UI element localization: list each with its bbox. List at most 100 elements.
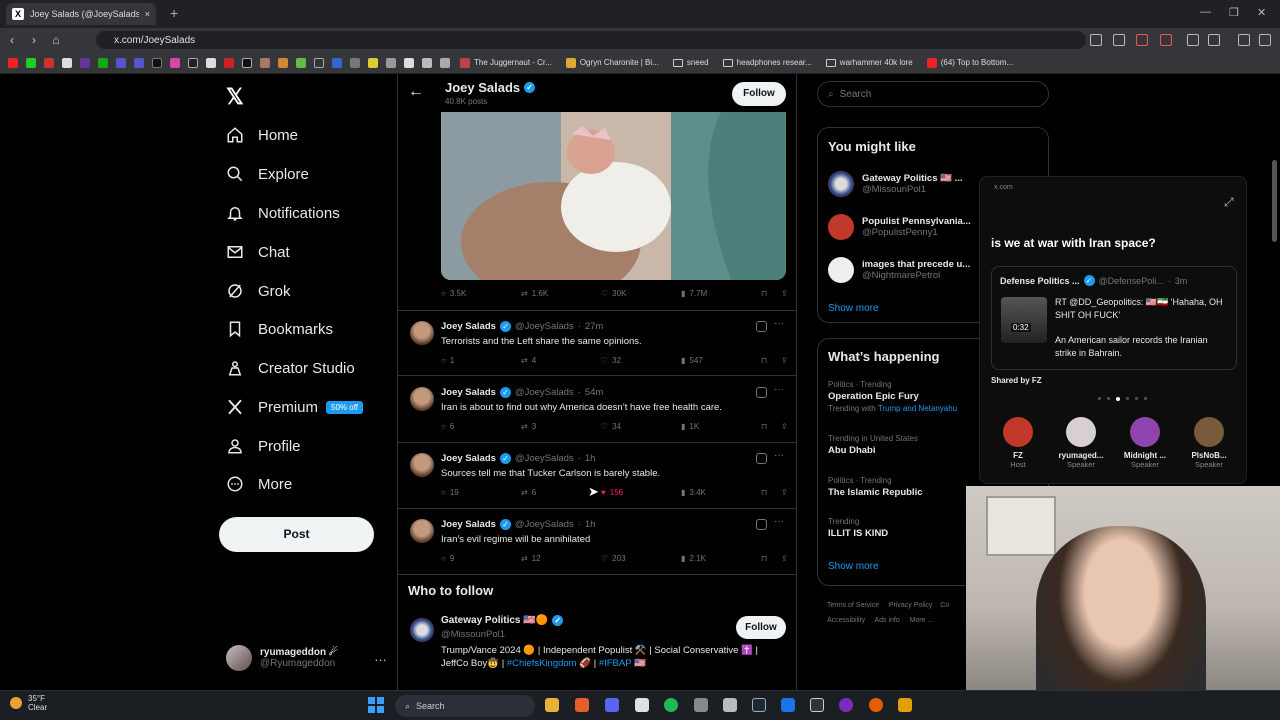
avatar[interactable] [410,519,434,543]
show-more-link[interactable]: Show more [828,303,879,314]
bookmark-youtube[interactable]: (64) Top to Bottom... [926,57,1013,68]
bookmark-icon[interactable] [404,57,414,68]
bookmark-icon[interactable] [368,57,378,68]
discord-icon[interactable] [605,698,619,712]
close-window-icon[interactable]: ✕ [1257,6,1266,19]
views-button[interactable]: ▮ 3.4K [681,488,761,497]
chatgpt-icon[interactable] [723,698,737,712]
footer-link[interactable]: More … [910,617,935,624]
taskbar-search[interactable]: ⌕ Search [395,695,535,717]
share-icon[interactable]: ⇪ [781,289,788,298]
browser-tab[interactable]: X Joey Salads (@JoeySalads) / X × [6,3,156,25]
sidebar-icon[interactable] [1208,34,1220,46]
maximize-icon[interactable]: ❐ [1229,6,1239,19]
grok-icon[interactable] [756,519,767,530]
views-button[interactable]: ▮ 1K [681,422,761,431]
tweet[interactable]: Joey Salads ✓ @JoeySalads · 27m Terrorists a… [398,310,796,376]
footer-link[interactable]: Accessibility [827,617,865,624]
back-arrow-icon[interactable]: ← [408,83,424,101]
trend-item[interactable]: Politics · Trending The Islamic Republic [828,476,923,498]
like-button[interactable]: ♥ 156 [601,488,681,497]
share-icon[interactable]: ⇪ [781,488,788,497]
show-more-link[interactable]: Show more [828,561,879,572]
post-button[interactable]: Post [219,517,374,552]
more-icon[interactable]: ··· [774,516,784,527]
trend-item[interactable]: Trending ILLIT IS KIND [828,517,888,539]
epic-games-icon[interactable] [810,698,824,712]
nav-home[interactable]: Home [226,123,298,147]
bookmark-folder-sneed[interactable]: sneed [672,58,709,67]
bookmark-icon[interactable] [98,57,108,68]
bookmark-icon[interactable] [188,57,198,68]
bookmark-icon[interactable] [296,57,306,68]
bookmark-icon[interactable] [152,57,162,68]
footer-link[interactable]: Ads info [874,617,899,624]
spotify-icon[interactable] [664,698,678,712]
nav-grok[interactable]: Grok [226,279,291,303]
reply-button[interactable]: ○ 1 [441,356,521,365]
nav-more[interactable]: More [226,472,292,496]
extensions-icon[interactable] [1187,34,1199,46]
reply-button[interactable]: ○ 9 [441,554,521,563]
repost-button[interactable]: ⇄ 1.6K [521,289,601,298]
avatar[interactable] [410,453,434,477]
like-button[interactable]: ♡ 34 [601,422,681,431]
footer-link[interactable]: Terms of Service [827,602,879,609]
bookmark-icon[interactable]: ⊓ [761,289,781,298]
suggested-account[interactable]: Populist Pennsylvania... @PopulistPenny1 [828,214,971,240]
avatar[interactable] [410,321,434,345]
account-more-icon[interactable]: … [374,649,387,664]
nav-creator-studio[interactable]: Creator Studio [226,356,355,380]
back-nav-icon[interactable]: ‹ [2,33,22,47]
grok-icon[interactable] [756,321,767,332]
repost-button[interactable]: ⇄ 12 [521,554,601,563]
bookmark-icon[interactable] [242,57,252,68]
speaker[interactable]: ryumaged... Speaker [1053,417,1109,469]
forward-nav-icon[interactable]: › [24,33,44,47]
start-button[interactable] [368,697,384,713]
bookmark-icon[interactable] [62,57,72,68]
account-switcher[interactable]: ryumageddon ☄ @Ryumageddon … [226,643,387,673]
wallet-icon[interactable] [1238,34,1250,46]
app-icon[interactable] [869,698,883,712]
bookmark-ogryn[interactable]: Ogryn Charonite | Bi... [565,57,659,68]
bookmark-icon[interactable] [224,57,234,68]
views-button[interactable]: ▮ 547 [681,356,761,365]
suggested-account-name[interactable]: Gateway Politics 🇺🇸🟠 ✓ [441,615,564,626]
video-thumbnail[interactable] [1001,297,1047,343]
app-icon[interactable] [898,698,912,712]
bookmark-icon[interactable] [80,57,90,68]
bookmark-icon[interactable] [422,57,432,68]
bookmark-icon[interactable] [134,57,144,68]
bookmark-icon[interactable] [260,57,270,68]
menu-icon[interactable] [1259,34,1271,46]
footer-link[interactable]: Co [940,602,949,609]
minimize-icon[interactable]: — [1200,6,1211,18]
views-button[interactable]: ▮ 7.7M [681,289,761,298]
scrollbar-thumb[interactable] [1272,160,1277,242]
bookmark-icon[interactable]: ⊓ [761,422,781,431]
suggested-account[interactable]: images that precede u... @NightmarePetrol [828,257,970,283]
speaker[interactable]: FZ Host [990,417,1046,469]
reply-button[interactable]: ○ 19 [441,488,521,497]
tweet[interactable]: Joey Salads ✓ @JoeySalads · 54m Iran is abou… [398,377,796,443]
like-button[interactable]: ♡ 30K [601,289,681,298]
like-button[interactable]: ♡ 203 [601,554,681,563]
app-icon[interactable] [694,698,708,712]
pinned-post-image[interactable] [441,112,786,280]
nav-explore[interactable]: Explore [226,162,309,186]
x-logo-icon[interactable]: 𝕏 [226,84,244,110]
share-icon[interactable]: ⇪ [781,356,788,365]
footer-link[interactable]: Privacy Policy [889,602,933,609]
search-input[interactable]: ⌕ Search [817,81,1049,107]
nav-notifications[interactable]: Notifications [226,201,340,225]
brave-icon[interactable] [575,698,589,712]
bookmark-icon[interactable] [26,57,36,68]
bookmark-icon[interactable] [170,57,180,68]
weather-widget[interactable]: 35°F Clear [10,694,47,712]
file-explorer-icon[interactable] [545,698,559,712]
speaker[interactable]: PlsNoB... Speaker [1181,417,1237,469]
repost-button[interactable]: ⇄ 3 [521,422,601,431]
reply-button[interactable]: ○ 6 [441,422,521,431]
views-button[interactable]: ▮ 2.1K [681,554,761,563]
